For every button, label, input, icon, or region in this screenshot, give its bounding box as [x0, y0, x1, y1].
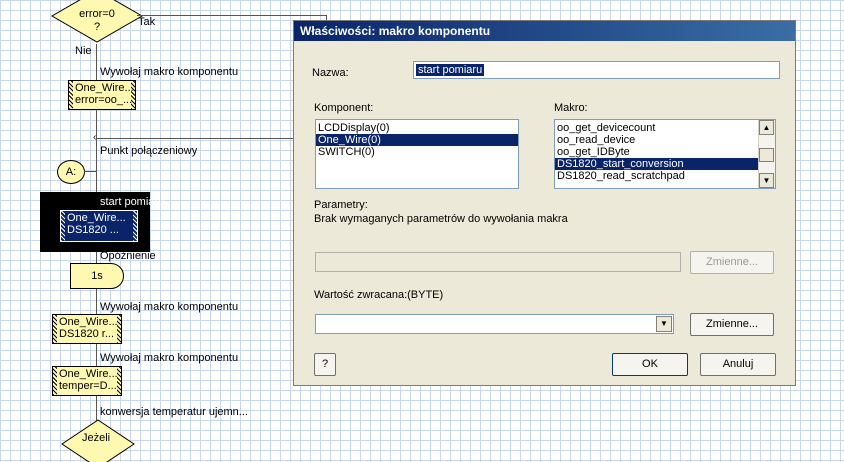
macro-item[interactable]: DS1820_read_scratchpad [555, 170, 775, 182]
name-input[interactable]: start pomiaru [413, 61, 780, 79]
call2-comment: Wywołaj makro komponentu [100, 301, 239, 313]
component-item[interactable]: LCDDisplay(0) [316, 122, 518, 134]
decision-bottom-text: Jeżeli [82, 432, 111, 444]
call3-macro-block[interactable]: One_Wire... temper=D... [52, 366, 122, 396]
scroll-up-icon[interactable]: ▲ [759, 120, 774, 135]
call1-line1: One_Wire... [75, 82, 134, 94]
ok-button[interactable]: OK [612, 353, 688, 376]
variables-button-1[interactable]: Zmienne... [690, 251, 774, 274]
return-label: Wartość zwracana:(BYTE) [314, 289, 444, 301]
name-input-value: start pomiaru [416, 64, 485, 76]
macro-label: Makro: [554, 102, 588, 114]
scroll-down-icon[interactable]: ▼ [759, 173, 774, 188]
call2-line1: One_Wire... [59, 316, 118, 328]
component-label: Komponent: [314, 102, 374, 114]
call1-macro-block[interactable]: One_Wire... error=oo_... [68, 80, 136, 110]
dialog-title-bar[interactable]: Właściwości: makro komponentu [294, 21, 795, 41]
arrow-left-icon: ‹ [93, 132, 97, 143]
macro-item[interactable]: oo_read_device [555, 134, 775, 146]
selected-call-line1: One_Wire... [67, 212, 126, 224]
params-info: Brak wymaganych parametrów do wywołania … [314, 213, 568, 225]
delay-block[interactable]: 1s [70, 263, 124, 289]
scroll-thumb[interactable] [759, 148, 774, 162]
delay-comment: Opóźnienie [100, 250, 156, 262]
macro-scrollbar[interactable]: ▲ ▼ [758, 120, 775, 188]
decision-top-text: error=0 ? [79, 8, 115, 33]
macro-item[interactable]: oo_get_IDByte [555, 146, 775, 158]
selected-call-comment: start pomiaru [100, 196, 165, 208]
params-field [315, 252, 681, 272]
call3-line2: temper=D... [59, 380, 117, 392]
decision-no-label: Nie [75, 45, 92, 57]
cancel-button[interactable]: Anuluj [700, 353, 776, 376]
connection-point-circle[interactable]: A: [57, 160, 85, 184]
component-item-selected[interactable]: One_Wire(0) [316, 134, 518, 146]
selected-call-macro-block[interactable]: One_Wire... DS1820 ... [60, 210, 138, 242]
component-listbox[interactable]: LCDDisplay(0) One_Wire(0) SWITCH(0) [315, 119, 519, 189]
call1-line2: error=oo_... [75, 94, 133, 106]
component-item[interactable]: SWITCH(0) [316, 146, 518, 158]
call3-comment: Wywołaj makro komponentu [100, 352, 239, 364]
macro-properties-dialog[interactable]: Właściwości: makro komponentu Nazwa: sta… [293, 20, 796, 386]
name-label: Nazwa: [312, 67, 349, 79]
chevron-down-icon[interactable]: ▼ [656, 316, 672, 332]
call3-line1: One_Wire... [59, 368, 118, 380]
dialog-title: Właściwości: makro komponentu [300, 24, 491, 38]
help-button[interactable]: ? [314, 353, 336, 376]
connection-comment: Punkt połączeniowy [100, 145, 198, 157]
conversion-comment: konwersja temperatur ujemn... [100, 406, 248, 418]
call2-line2: DS1820 r... [59, 328, 115, 340]
variables-button-2[interactable]: Zmienne... [690, 313, 774, 336]
call1-comment: Wywołaj makro komponentu [100, 66, 239, 78]
selected-call-line2: DS1820 ... [67, 224, 119, 236]
macro-item[interactable]: oo_get_devicecount [555, 122, 775, 134]
params-label: Parametry: [314, 199, 368, 211]
call2-macro-block[interactable]: One_Wire... DS1820 r... [52, 314, 122, 344]
macro-item-selected[interactable]: DS1820_start_conversion [555, 158, 758, 170]
macro-listbox[interactable]: oo_get_devicecount oo_read_device oo_get… [554, 119, 776, 189]
connection-point-label: A: [65, 166, 77, 178]
delay-label: 1s [91, 270, 103, 282]
decision-yes-label: Tak [138, 16, 156, 28]
return-select[interactable]: ▼ [315, 314, 674, 334]
